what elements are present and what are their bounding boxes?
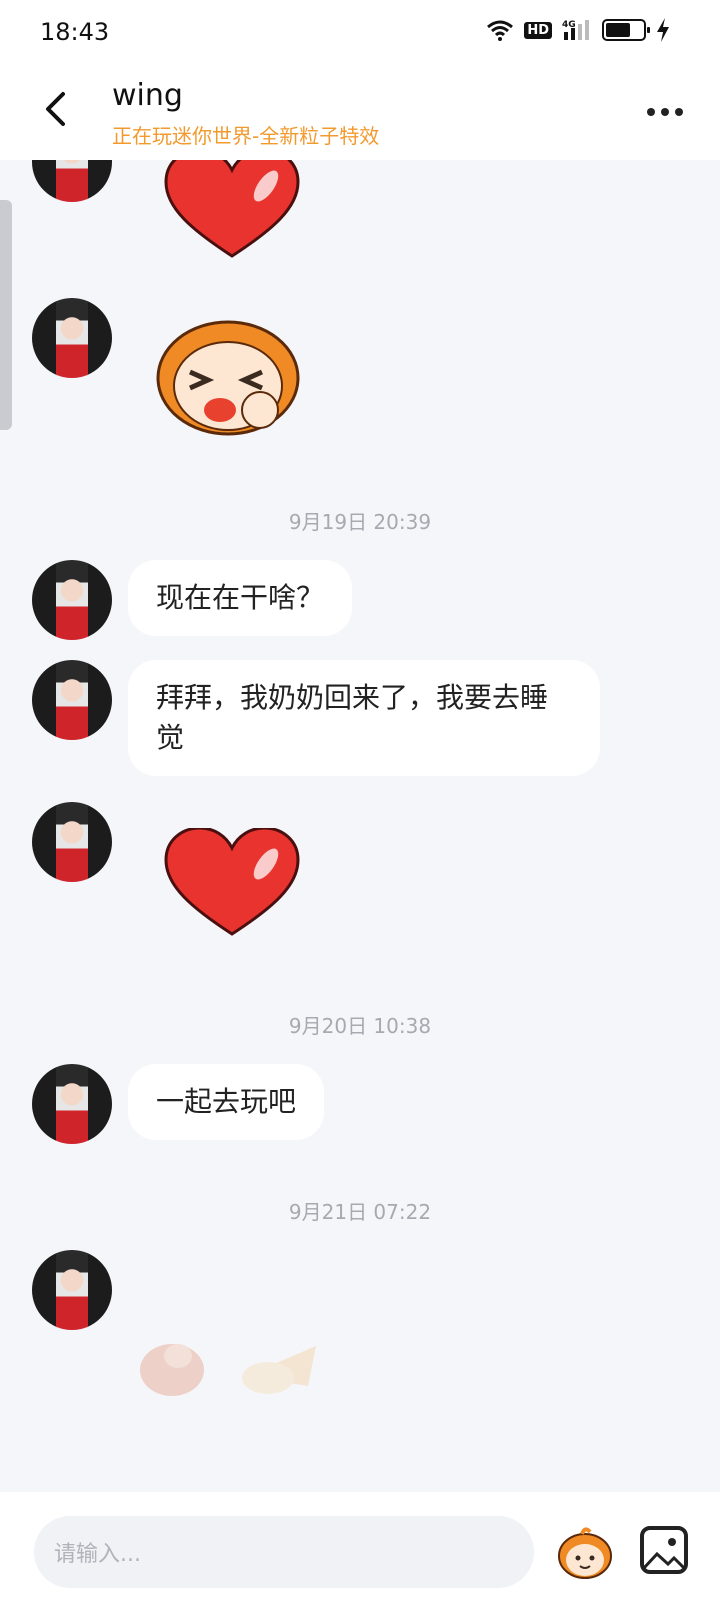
contact-status: 正在玩迷你世界-全新粒子特效 xyxy=(112,124,380,148)
scroll-indicator[interactable] xyxy=(0,200,12,430)
avatar[interactable] xyxy=(32,1064,112,1144)
image-icon[interactable] xyxy=(640,1526,688,1574)
input-bar: 请输入... xyxy=(0,1492,720,1612)
message-input[interactable]: 请输入... xyxy=(34,1516,534,1588)
faded-sticker[interactable] xyxy=(136,1326,346,1406)
battery-icon xyxy=(602,19,650,41)
status-time: 18:43 xyxy=(40,18,110,46)
heart-sticker[interactable] xyxy=(162,828,302,940)
charging-icon xyxy=(657,18,669,42)
emoji-icon[interactable] xyxy=(556,1524,614,1582)
avatar[interactable] xyxy=(32,560,112,640)
message-text: 一起去玩吧 xyxy=(156,1085,297,1118)
back-button[interactable] xyxy=(30,84,80,134)
avatar[interactable] xyxy=(32,1250,112,1330)
hd-badge: HD xyxy=(524,21,552,39)
laughing-character-sticker[interactable] xyxy=(150,314,306,438)
input-placeholder: 请输入... xyxy=(54,1542,141,1567)
chat-header: wing 正在玩迷你世界-全新粒子特效 xyxy=(0,64,720,160)
timestamp: 9月19日 20:39 xyxy=(288,510,432,534)
signal-icon: 4G xyxy=(562,20,589,40)
timestamp: 9月20日 10:38 xyxy=(288,1014,432,1038)
more-button[interactable] xyxy=(640,92,690,132)
avatar[interactable] xyxy=(32,802,112,882)
message-bubble[interactable]: 一起去玩吧 xyxy=(128,1064,325,1140)
status-bar: 18:43 HD 4G xyxy=(0,0,720,64)
message-bubble[interactable]: 现在在干啥？ xyxy=(128,560,353,636)
chat-area[interactable]: 9月19日 20:39 现在在干啥？ 拜拜，我奶奶回来了，我要去睡觉 9月20日… xyxy=(0,160,720,1492)
message-bubble[interactable]: 拜拜，我奶奶回来了，我要去睡觉 xyxy=(128,660,600,776)
more-icon xyxy=(647,108,655,116)
wifi-icon xyxy=(487,20,514,41)
avatar[interactable] xyxy=(32,298,112,378)
heart-sticker[interactable] xyxy=(162,160,302,262)
status-icons: HD 4G xyxy=(486,18,670,42)
back-icon xyxy=(46,92,65,126)
contact-name: wing xyxy=(112,78,183,113)
message-text: 拜拜，我奶奶回来了，我要去睡觉 xyxy=(156,681,549,754)
avatar[interactable] xyxy=(32,660,112,740)
timestamp: 9月21日 07:22 xyxy=(288,1200,432,1224)
avatar[interactable] xyxy=(32,160,112,202)
message-text: 现在在干啥？ xyxy=(156,581,325,614)
